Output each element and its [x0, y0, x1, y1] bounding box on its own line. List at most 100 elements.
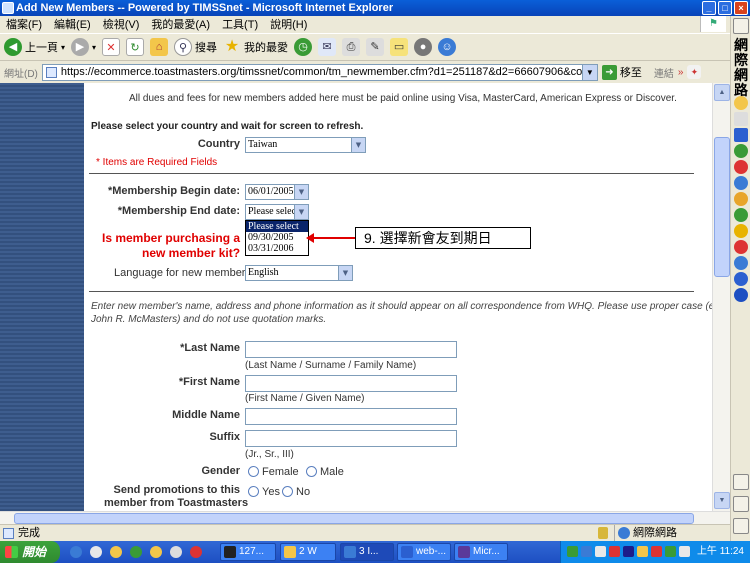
- sidebar-folder-icon-3[interactable]: [733, 518, 749, 534]
- scroll-down-icon[interactable]: ▼: [714, 492, 730, 509]
- task-icon: [344, 546, 356, 558]
- quicklaunch-icon-5[interactable]: [150, 546, 162, 558]
- go-button[interactable]: ➜ 移至: [601, 64, 642, 80]
- search-button[interactable]: ⚲ 搜尋: [174, 38, 217, 56]
- favorites-button[interactable]: ★ 我的最愛: [223, 38, 288, 56]
- gender-male-option[interactable]: Male: [306, 466, 344, 478]
- tray-icon-7[interactable]: [651, 546, 662, 557]
- back-button[interactable]: ◀ 上一頁 ▾: [4, 38, 65, 56]
- first-name-input[interactable]: [245, 375, 457, 392]
- quicklaunch-icon-3[interactable]: [110, 546, 122, 558]
- stop-icon[interactable]: ✕: [102, 38, 121, 56]
- sidebar-link-icon-6[interactable]: [734, 176, 748, 190]
- sidebar-link-icon-11[interactable]: [734, 256, 748, 270]
- sidebar-link-icon-8[interactable]: [734, 208, 748, 222]
- menu-favorites[interactable]: 我的最愛(A): [151, 16, 210, 32]
- tray-icon-9[interactable]: [679, 546, 690, 557]
- go-label: 移至: [619, 67, 642, 79]
- menu-edit[interactable]: 編輯(E): [54, 16, 91, 32]
- notes-icon[interactable]: ▭: [390, 38, 409, 56]
- task-button-5[interactable]: Micr...: [454, 543, 508, 561]
- sidebar-link-icon-13[interactable]: [734, 288, 748, 302]
- task-button-3[interactable]: 3 I...: [340, 543, 394, 561]
- horizontal-scroll-thumb[interactable]: [14, 513, 694, 524]
- end-date-option[interactable]: Please select: [246, 221, 308, 232]
- edit-icon[interactable]: ✎: [366, 38, 385, 56]
- tray-icon-6[interactable]: [637, 546, 648, 557]
- sidebar-link-icon-5[interactable]: [734, 160, 748, 174]
- quicklaunch-icon-2[interactable]: [90, 546, 102, 558]
- sidebar-link-icon-12[interactable]: [734, 272, 748, 286]
- tray-icon-3[interactable]: [595, 546, 606, 557]
- vertical-scrollbar[interactable]: ▲ ▼: [712, 83, 730, 511]
- close-button[interactable]: ×: [734, 1, 748, 15]
- promo-yes-option[interactable]: Yes: [248, 486, 280, 498]
- quicklaunch-icon-6[interactable]: [170, 546, 182, 558]
- forward-dropdown-icon[interactable]: ▾: [92, 43, 96, 52]
- address-dropdown-icon[interactable]: ▼: [581, 64, 597, 80]
- system-tray: 上午 11:24: [560, 541, 750, 563]
- address-input[interactable]: https://ecommerce.toastmasters.org/timss…: [41, 63, 598, 81]
- menu-view[interactable]: 檢視(V): [103, 16, 140, 32]
- refresh-icon[interactable]: ↻: [126, 38, 145, 56]
- links-label[interactable]: 連結: [654, 65, 674, 80]
- country-select[interactable]: Taiwan ▼: [245, 137, 366, 153]
- home-icon[interactable]: ⌂: [150, 38, 169, 56]
- end-date-select[interactable]: Please select ▼: [245, 204, 309, 220]
- start-button[interactable]: 開始: [0, 541, 60, 563]
- tray-icon-8[interactable]: [665, 546, 676, 557]
- history-icon[interactable]: ◷: [294, 38, 313, 56]
- minimize-button[interactable]: _: [702, 1, 716, 15]
- menu-tools[interactable]: 工具(T): [222, 16, 258, 32]
- quicklaunch-ie-icon[interactable]: [70, 546, 82, 558]
- tray-icon-1[interactable]: [567, 546, 578, 557]
- end-date-option[interactable]: 09/30/2005: [246, 232, 308, 243]
- tray-icon-2[interactable]: [581, 546, 592, 557]
- gender-male-radio[interactable]: [306, 466, 317, 477]
- maximize-button[interactable]: □: [718, 1, 732, 15]
- clock[interactable]: 上午 11:24: [697, 541, 744, 563]
- scroll-thumb[interactable]: [714, 137, 730, 277]
- horizontal-scrollbar[interactable]: [0, 511, 730, 524]
- promo-yes-radio[interactable]: [248, 486, 259, 497]
- gender-female-radio[interactable]: [248, 466, 259, 477]
- back-dropdown-icon[interactable]: ▾: [61, 43, 65, 52]
- folder-icon[interactable]: [733, 18, 749, 34]
- quicklaunch-icon-7[interactable]: [190, 546, 202, 558]
- lock-icon[interactable]: [598, 527, 608, 539]
- tray-icon-5[interactable]: [623, 546, 634, 557]
- menu-file[interactable]: 檔案(F): [6, 16, 42, 32]
- quicklaunch-icon-4[interactable]: [130, 546, 142, 558]
- menu-help[interactable]: 說明(H): [270, 16, 307, 32]
- last-name-input[interactable]: [245, 341, 457, 358]
- tray-icon-4[interactable]: [609, 546, 620, 557]
- task-button-2[interactable]: 2 W: [280, 543, 336, 561]
- end-date-option[interactable]: 03/31/2006: [246, 243, 308, 254]
- sidebar-link-icon-7[interactable]: [734, 192, 748, 206]
- promo-no-radio[interactable]: [282, 486, 293, 497]
- middle-name-input[interactable]: [245, 408, 457, 425]
- suffix-input[interactable]: [245, 430, 457, 447]
- sidebar-folder-icon-2[interactable]: [733, 496, 749, 512]
- sidebar-link-icon-9[interactable]: [734, 224, 748, 238]
- sidebar-link-icon-10[interactable]: [734, 240, 748, 254]
- scroll-up-icon[interactable]: ▲: [714, 84, 730, 101]
- sidebar-link-icon-1[interactable]: [734, 96, 748, 110]
- sidebar-link-icon-2[interactable]: [734, 112, 748, 126]
- forward-button[interactable]: ▶ ▾: [71, 38, 96, 56]
- sidebar-folder-icon-1[interactable]: [733, 474, 749, 490]
- sidebar-link-icon-4[interactable]: [734, 144, 748, 158]
- task-button-4[interactable]: web-...: [397, 543, 451, 561]
- language-select[interactable]: English ▼: [245, 265, 353, 281]
- gender-female-option[interactable]: Female: [248, 466, 299, 478]
- messenger-icon[interactable]: ☺: [438, 38, 457, 56]
- task-button-1[interactable]: 127...: [220, 543, 276, 561]
- links-chevron-icon[interactable]: »: [678, 67, 684, 78]
- print-icon[interactable]: ⎙: [342, 38, 361, 56]
- promo-no-option[interactable]: No: [282, 486, 310, 498]
- mail-icon[interactable]: ✉: [318, 38, 337, 56]
- translate-icon[interactable]: ✦: [687, 65, 702, 79]
- discuss-icon[interactable]: ●: [414, 38, 433, 56]
- sidebar-link-icon-3[interactable]: [734, 128, 748, 142]
- begin-date-select[interactable]: 06/01/2005 ▼: [245, 184, 309, 200]
